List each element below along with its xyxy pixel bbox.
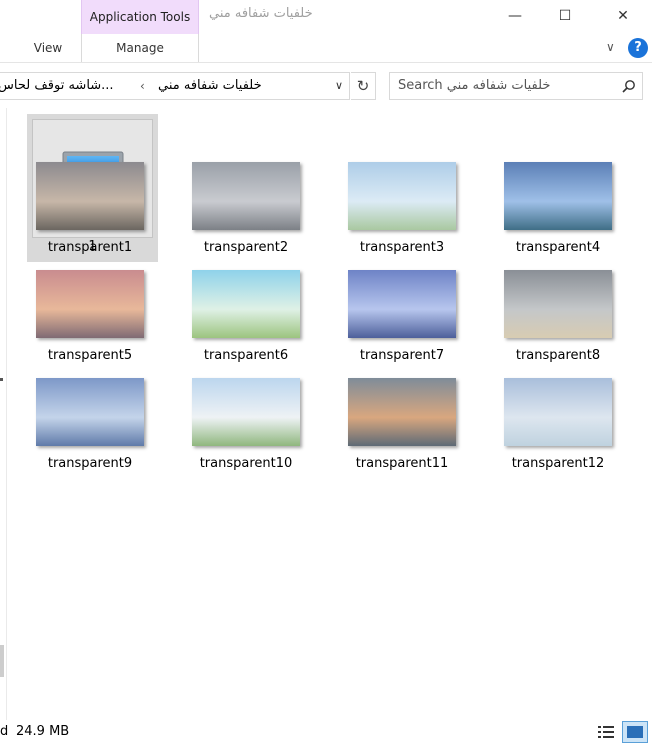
image-thumbnail[interactable] [192,270,300,338]
image-thumbnail[interactable] [348,378,456,446]
nav-scrollbar-thumb[interactable] [0,645,4,677]
address-dropdown-icon[interactable]: ∨ [330,73,348,99]
image-thumbnail[interactable] [36,378,144,446]
ribbon-collapse-icon[interactable]: ∨ [606,40,615,54]
address-row: خلفيات شفافه مني ‹ ...شاشه توقف لحاس ∨ ↻… [0,62,652,109]
image-label[interactable]: transparent12 [488,456,628,471]
image-label[interactable]: transparent10 [176,456,316,471]
image-thumbnail[interactable] [192,162,300,230]
minimize-icon: — [508,8,522,24]
image-thumbnail[interactable] [348,162,456,230]
maximize-icon: ☐ [558,8,572,24]
address-bar[interactable]: خلفيات شفافه مني ‹ ...شاشه توقف لحاس ∨ [0,72,350,100]
image-thumbnail[interactable] [36,162,144,230]
image-label[interactable]: transparent8 [488,348,628,363]
status-size: 24.9 MB [16,724,70,739]
image-label[interactable]: transparent2 [176,240,316,255]
large-icons-view-icon[interactable] [622,721,648,743]
breadcrumb-current[interactable]: خلفيات شفافه مني [158,73,262,99]
status-fragment: d [0,724,9,739]
image-thumbnail[interactable] [504,270,612,338]
ribbon-tabs: View Manage [0,34,652,62]
application-tools-group: Application Tools [81,0,199,34]
image-label[interactable]: transparent6 [176,348,316,363]
window-title: خلفيات شفافه مني [209,6,313,21]
maximize-button[interactable]: ☐ [540,0,590,32]
image-thumbnail[interactable] [504,162,612,230]
tab-view[interactable]: View [18,34,78,62]
breadcrumb-separator-icon[interactable]: ‹ [140,73,145,99]
help-icon[interactable]: ? [628,38,648,58]
image-label[interactable]: transparent7 [332,348,472,363]
tab-manage[interactable]: Manage [81,34,199,62]
image-thumbnail[interactable] [348,270,456,338]
close-button[interactable]: ✕ [598,0,648,32]
search-input[interactable]: Search خلفيات شفافه مني [389,72,643,100]
refresh-button[interactable]: ↻ [351,72,376,100]
image-thumbnail[interactable] [36,270,144,338]
nav-item-marker [0,378,3,381]
status-bar: d 24.9 MB [0,720,652,744]
refresh-icon: ↻ [356,77,370,95]
image-label[interactable]: transparent11 [332,456,472,471]
image-label[interactable]: transparent9 [20,456,160,471]
title-bar: Application Tools خلفيات شفافه مني — ☐ ✕ [0,0,652,34]
image-label[interactable]: transparent5 [20,348,160,363]
image-thumbnail[interactable] [504,378,612,446]
search-icon[interactable] [622,79,636,93]
close-icon: ✕ [617,8,629,24]
search-placeholder: Search خلفيات شفافه مني [398,78,551,93]
details-view-icon[interactable] [596,723,616,741]
breadcrumb-parent[interactable]: ...شاشه توقف لحاس [0,73,114,99]
image-label[interactable]: transparent1 [20,240,160,255]
image-label[interactable]: transparent3 [332,240,472,255]
minimize-button[interactable]: — [490,0,540,32]
image-label[interactable]: transparent4 [488,240,628,255]
image-thumbnail[interactable] [192,378,300,446]
navigation-pane[interactable] [0,108,7,720]
